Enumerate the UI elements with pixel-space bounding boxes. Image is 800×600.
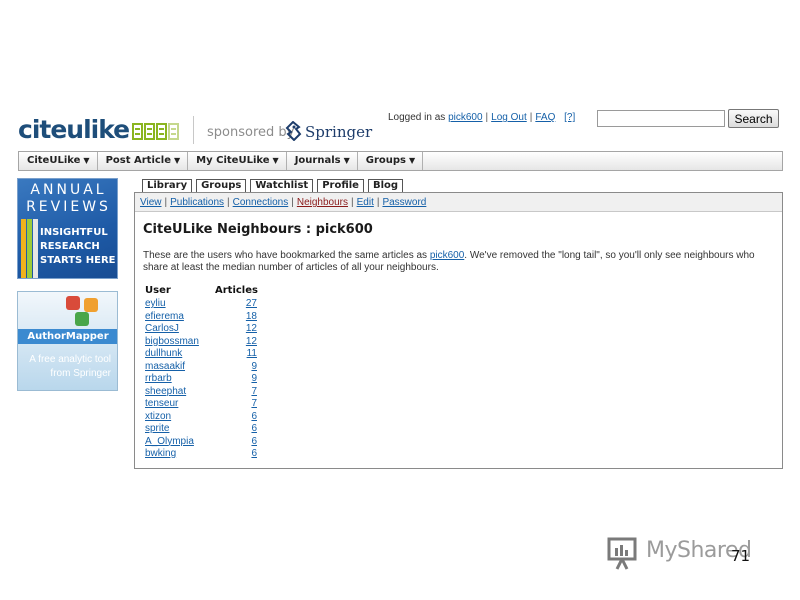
table-row: tenseur 7 bbox=[145, 398, 257, 411]
user-link[interactable]: bwking bbox=[145, 448, 176, 459]
myshared-logo-icon bbox=[607, 537, 637, 570]
user-link[interactable]: sprite bbox=[145, 423, 169, 434]
table-row: efierema 18 bbox=[145, 311, 257, 324]
page-title: CiteULike Neighbours : pick600 bbox=[143, 222, 373, 237]
article-count-link[interactable]: 9 bbox=[251, 373, 257, 384]
caret-down-icon: ▼ bbox=[174, 156, 181, 165]
user-link[interactable]: efierema bbox=[145, 311, 184, 322]
article-count-link[interactable]: 6 bbox=[251, 411, 257, 422]
user-link[interactable]: A_Olympia bbox=[145, 436, 194, 447]
article-count-link[interactable]: 11 bbox=[247, 348, 257, 359]
search-input[interactable] bbox=[597, 110, 725, 127]
logo-divider bbox=[193, 116, 194, 144]
table-row: CarlosJ 12 bbox=[145, 323, 257, 336]
caret-down-icon: ▼ bbox=[409, 156, 416, 165]
logout-link[interactable]: Log Out bbox=[491, 112, 527, 123]
menu-groups[interactable]: Groups ▼ bbox=[358, 152, 424, 170]
username-link[interactable]: pick600 bbox=[448, 112, 482, 123]
neighbours-panel: View | Publications | Connections | Neighbours… bbox=[134, 192, 783, 469]
user-link[interactable]: CarlosJ bbox=[145, 323, 179, 334]
table-row: rrbarb 9 bbox=[145, 373, 257, 386]
menu-journals[interactable]: Journals ▼ bbox=[287, 152, 358, 170]
table-row: eyliu 27 bbox=[145, 298, 257, 311]
column-header-user: User bbox=[145, 285, 171, 296]
user-link[interactable]: sheephat bbox=[145, 386, 186, 397]
article-count-link[interactable]: 27 bbox=[246, 298, 257, 309]
tab-profile[interactable]: Profile bbox=[317, 179, 364, 193]
profile-subnav: View | Publications | Connections | Neighbours… bbox=[135, 193, 782, 212]
authormapper-banner[interactable]: AuthorMapper A free analytic tool from S… bbox=[17, 291, 118, 391]
stripe-decoration bbox=[33, 219, 38, 278]
tab-library[interactable]: Library bbox=[142, 179, 193, 193]
intro-text: These are the users who have bookmarked … bbox=[143, 250, 755, 273]
springer-horse-icon bbox=[285, 121, 302, 141]
column-header-articles: Articles bbox=[215, 285, 258, 296]
search-button[interactable]: Search bbox=[728, 109, 779, 128]
profile-tabs: Library Groups Watchlist Profile Blog bbox=[142, 179, 407, 193]
table-row: bwking 6 bbox=[145, 448, 257, 461]
tab-groups[interactable]: Groups bbox=[196, 179, 247, 193]
sponsored-by-text: sponsored by bbox=[207, 125, 295, 140]
citeulike-logo[interactable]: citeulike bbox=[18, 114, 180, 144]
logged-in-label: Logged in as bbox=[388, 112, 446, 123]
table-row: bigbossman 12 bbox=[145, 336, 257, 349]
table-row: masaakif 9 bbox=[145, 361, 257, 374]
intro-user-link[interactable]: pick600 bbox=[430, 250, 464, 261]
user-link[interactable]: eyliu bbox=[145, 298, 166, 309]
article-count-link[interactable]: 9 bbox=[251, 361, 257, 372]
article-count-link[interactable]: 12 bbox=[246, 336, 257, 347]
subnav-connections[interactable]: Connections bbox=[233, 197, 289, 208]
help-link[interactable]: [?] bbox=[564, 112, 575, 123]
springer-logo-text[interactable]: Springer bbox=[305, 123, 372, 141]
table-row: A_Olympia 6 bbox=[145, 436, 257, 449]
tab-blog[interactable]: Blog bbox=[367, 179, 404, 193]
logo-text: citeulike bbox=[18, 115, 130, 144]
books-icon bbox=[132, 123, 180, 140]
article-count-link[interactable]: 6 bbox=[251, 448, 257, 459]
caret-down-icon: ▼ bbox=[272, 156, 279, 165]
authormapper-title: AuthorMapper bbox=[18, 329, 117, 344]
tab-watchlist[interactable]: Watchlist bbox=[250, 179, 314, 193]
subnav-publications[interactable]: Publications bbox=[170, 197, 224, 208]
article-count-link[interactable]: 6 bbox=[251, 423, 257, 434]
user-link[interactable]: bigbossman bbox=[145, 336, 199, 347]
table-row: dullhunk 11 bbox=[145, 348, 257, 361]
menu-citeulike[interactable]: CiteULike ▼ bbox=[19, 152, 98, 170]
slide-number: 71 bbox=[731, 547, 751, 565]
map-pin-icon bbox=[75, 312, 89, 326]
user-link[interactable]: xtizon bbox=[145, 411, 171, 422]
map-pin-icon bbox=[84, 298, 98, 312]
article-count-link[interactable]: 7 bbox=[251, 398, 257, 409]
user-link[interactable]: tenseur bbox=[145, 398, 178, 409]
subnav-edit[interactable]: Edit bbox=[357, 197, 374, 208]
table-row: xtizon 6 bbox=[145, 411, 257, 424]
table-row: sprite 6 bbox=[145, 423, 257, 436]
menu-post-article[interactable]: Post Article ▼ bbox=[98, 152, 189, 170]
annual-reviews-banner[interactable]: ANNUAL REVIEWS INSIGHTFUL RESEARCH START… bbox=[17, 178, 118, 279]
user-link[interactable]: masaakif bbox=[145, 361, 185, 372]
subnav-view[interactable]: View bbox=[140, 197, 162, 208]
article-count-link[interactable]: 7 bbox=[251, 386, 257, 397]
main-menu: CiteULike ▼ Post Article ▼ My CiteULike ▼ J… bbox=[18, 151, 783, 171]
user-bar: Logged in as pick600 | Log Out | FAQ [?] bbox=[388, 112, 576, 123]
stripe-decoration bbox=[21, 219, 26, 278]
table-row: sheephat 7 bbox=[145, 386, 257, 399]
map-pin-icon bbox=[66, 296, 80, 310]
stripe-decoration bbox=[27, 219, 32, 278]
faq-link[interactable]: FAQ bbox=[535, 112, 555, 123]
caret-down-icon: ▼ bbox=[83, 156, 90, 165]
user-link[interactable]: dullhunk bbox=[145, 348, 182, 359]
user-link[interactable]: rrbarb bbox=[145, 373, 172, 384]
article-count-link[interactable]: 6 bbox=[251, 436, 257, 447]
subnav-password[interactable]: Password bbox=[382, 197, 426, 208]
menu-my-citeulike[interactable]: My CiteULike ▼ bbox=[188, 152, 287, 170]
article-count-link[interactable]: 18 bbox=[246, 311, 257, 322]
caret-down-icon: ▼ bbox=[343, 156, 350, 165]
article-count-link[interactable]: 12 bbox=[246, 323, 257, 334]
subnav-neighbours[interactable]: Neighbours bbox=[297, 197, 348, 208]
